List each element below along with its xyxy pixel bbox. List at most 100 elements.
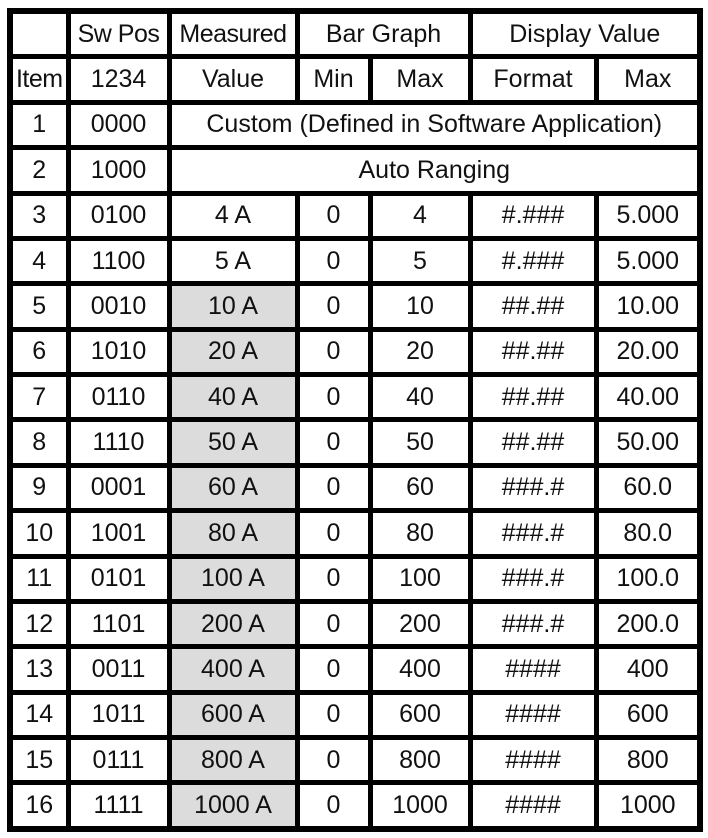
display-format-cell: ###.# xyxy=(467,598,599,650)
display-max-cell: 100.0 xyxy=(593,553,703,604)
bar-min-cell: 0 xyxy=(294,417,373,468)
table-row: 5 0010 10 A 0 10 ##.## 10.00 xyxy=(7,281,703,332)
table-row: 13 0011 400 A 0 400 #### 400 xyxy=(7,644,703,695)
header-blank xyxy=(7,8,71,60)
measured-value-cell: 200 A xyxy=(166,598,300,650)
item-cell: 3 xyxy=(7,190,71,241)
measured-value-cell: 80 A xyxy=(166,508,300,559)
display-max-cell: 400 xyxy=(593,644,703,695)
item-cell: 7 xyxy=(7,371,71,423)
bar-min-cell: 0 xyxy=(294,235,373,287)
item-cell: 14 xyxy=(7,689,71,741)
display-format-cell: #### xyxy=(467,689,599,741)
display-format-cell: ###.# xyxy=(467,553,599,604)
item-cell: 9 xyxy=(7,462,71,514)
table-row-special: 1 0000 Custom (Defined in Software Appli… xyxy=(7,99,703,151)
display-format-cell: #.### xyxy=(467,190,599,241)
item-cell: 10 xyxy=(7,508,71,559)
table-row: 4 1100 5 A 0 5 #.### 5.000 xyxy=(7,235,703,287)
display-max-cell: 60.0 xyxy=(593,462,703,514)
table-row: 8 1110 50 A 0 50 ##.## 50.00 xyxy=(7,417,703,468)
sw-pos-cell: 1010 xyxy=(65,326,172,378)
item-cell: 2 xyxy=(7,145,71,196)
display-max-cell: 40.00 xyxy=(593,371,703,423)
table-row: 9 0001 60 A 0 60 ###.# 60.0 xyxy=(7,462,703,514)
header-display-value: Display Value xyxy=(467,8,703,60)
sw-pos-cell: 1111 xyxy=(65,780,172,832)
header-measured: Measured xyxy=(166,8,300,60)
custom-note-cell: Custom (Defined in Software Application) xyxy=(166,99,703,151)
bar-max-cell: 5 xyxy=(367,235,473,287)
bar-max-cell: 80 xyxy=(367,508,473,559)
table-row: 10 1001 80 A 0 80 ###.# 80.0 xyxy=(7,508,703,559)
display-format-cell: ##.## xyxy=(467,371,599,423)
measured-value-cell: 600 A xyxy=(166,689,300,741)
bar-min-cell: 0 xyxy=(294,689,373,741)
measured-value-cell: 5 A xyxy=(166,235,300,287)
bar-max-cell: 60 xyxy=(367,462,473,514)
sw-pos-cell: 0100 xyxy=(65,190,172,241)
header-row-2: Item 1234 Value Min Max Format Max xyxy=(7,54,703,105)
item-cell: 5 xyxy=(7,281,71,332)
sw-pos-cell: 1011 xyxy=(65,689,172,741)
header-display-max: Max xyxy=(593,54,703,105)
item-cell: 13 xyxy=(7,644,71,695)
bar-min-cell: 0 xyxy=(294,326,373,378)
item-cell: 11 xyxy=(7,553,71,604)
bar-max-cell: 800 xyxy=(367,734,473,786)
display-max-cell: 50.00 xyxy=(593,417,703,468)
measured-value-cell: 10 A xyxy=(166,281,300,332)
header-row-1: Sw Pos Measured Bar Graph Display Value xyxy=(7,8,703,60)
bar-max-cell: 10 xyxy=(367,281,473,332)
display-max-cell: 5.000 xyxy=(593,190,703,241)
display-max-cell: 10.00 xyxy=(593,281,703,332)
display-max-cell: 20.00 xyxy=(593,326,703,378)
sw-pos-cell: 1000 xyxy=(65,145,172,196)
bar-max-cell: 40 xyxy=(367,371,473,423)
bar-min-cell: 0 xyxy=(294,598,373,650)
table-row-special: 2 1000 Auto Ranging xyxy=(7,145,703,196)
table-row: 3 0100 4 A 0 4 #.### 5.000 xyxy=(7,190,703,241)
table-row: 15 0111 800 A 0 800 #### 800 xyxy=(7,734,703,786)
display-format-cell: ##.## xyxy=(467,417,599,468)
sw-pos-cell: 0101 xyxy=(65,553,172,604)
bar-min-cell: 0 xyxy=(294,508,373,559)
auto-ranging-cell: Auto Ranging xyxy=(166,145,703,196)
display-max-cell: 5.000 xyxy=(593,235,703,287)
measured-value-cell: 4 A xyxy=(166,190,300,241)
bar-max-cell: 1000 xyxy=(367,780,473,832)
measured-value-cell: 60 A xyxy=(166,462,300,514)
sw-pos-cell: 1100 xyxy=(65,235,172,287)
sw-pos-cell: 0110 xyxy=(65,371,172,423)
display-format-cell: ###.# xyxy=(467,508,599,559)
display-max-cell: 80.0 xyxy=(593,508,703,559)
table-row: 16 1111 1000 A 0 1000 #### 1000 xyxy=(7,780,703,832)
sw-pos-cell: 0001 xyxy=(65,462,172,514)
display-format-cell: ##.## xyxy=(467,281,599,332)
bar-min-cell: 0 xyxy=(294,780,373,832)
header-min: Min xyxy=(294,54,373,105)
measured-value-cell: 40 A xyxy=(166,371,300,423)
table-row: 12 1101 200 A 0 200 ###.# 200.0 xyxy=(7,598,703,650)
bar-max-cell: 600 xyxy=(367,689,473,741)
display-format-cell: #### xyxy=(467,734,599,786)
sw-pos-cell: 1001 xyxy=(65,508,172,559)
item-cell: 4 xyxy=(7,235,71,287)
header-item: Item xyxy=(7,54,71,105)
display-max-cell: 800 xyxy=(593,734,703,786)
display-format-cell: ##.## xyxy=(467,326,599,378)
bar-min-cell: 0 xyxy=(294,462,373,514)
sw-pos-cell: 1110 xyxy=(65,417,172,468)
display-max-cell: 1000 xyxy=(593,780,703,832)
bar-max-cell: 100 xyxy=(367,553,473,604)
measured-value-cell: 800 A xyxy=(166,734,300,786)
bar-min-cell: 0 xyxy=(294,190,373,241)
header-max: Max xyxy=(367,54,473,105)
bar-max-cell: 400 xyxy=(367,644,473,695)
item-cell: 16 xyxy=(7,780,71,832)
bar-max-cell: 200 xyxy=(367,598,473,650)
table-row: 7 0110 40 A 0 40 ##.## 40.00 xyxy=(7,371,703,423)
measured-value-cell: 20 A xyxy=(166,326,300,378)
bar-min-cell: 0 xyxy=(294,371,373,423)
bar-min-cell: 0 xyxy=(294,644,373,695)
